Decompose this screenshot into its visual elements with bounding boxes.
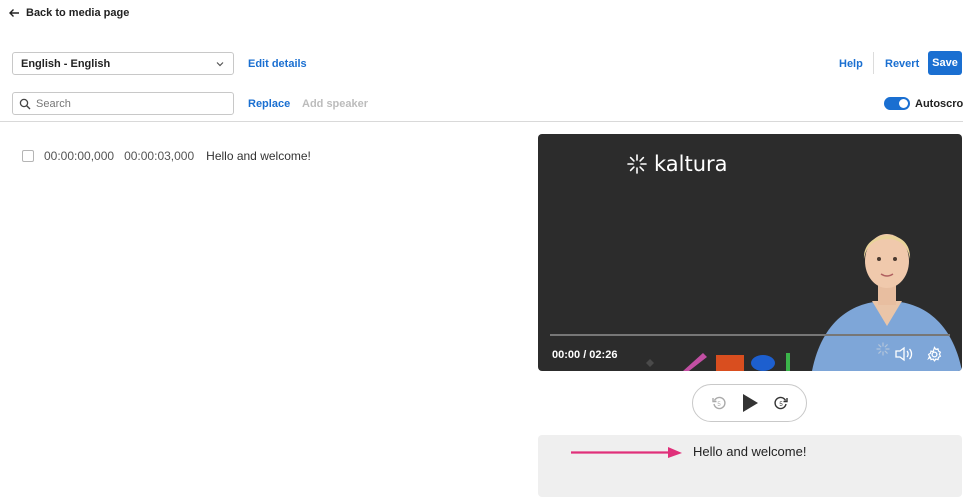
play-icon bbox=[742, 394, 758, 412]
autoscroll-control: Autoscroll bbox=[884, 97, 963, 110]
svg-text:5: 5 bbox=[717, 402, 721, 408]
video-player[interactable]: kaltura 00:00 / 02:26 bbox=[538, 134, 962, 371]
playback-controls: 5 5 bbox=[692, 384, 807, 422]
autoscroll-label: Autoscroll bbox=[915, 97, 963, 110]
rewind-5-icon: 5 bbox=[711, 396, 726, 410]
autoscroll-toggle[interactable] bbox=[884, 97, 910, 110]
kaltura-logo-text: kaltura bbox=[654, 152, 728, 176]
search-input[interactable] bbox=[36, 97, 216, 110]
caption-end-time[interactable]: 00:00:03,000 bbox=[124, 149, 194, 163]
back-link-label: Back to media page bbox=[26, 7, 130, 19]
arrow-left-icon bbox=[9, 9, 19, 17]
replace-link[interactable]: Replace bbox=[248, 98, 290, 110]
svg-text:5: 5 bbox=[779, 402, 783, 408]
decorative-shapes bbox=[646, 353, 790, 371]
volume-icon[interactable] bbox=[894, 346, 914, 362]
header-divider bbox=[0, 121, 963, 122]
caption-preview-text: Hello and welcome! bbox=[693, 444, 807, 459]
kaltura-logo-icon bbox=[627, 154, 647, 174]
time-readout: 00:00 / 02:26 bbox=[552, 349, 618, 361]
forward-5-icon: 5 bbox=[773, 396, 788, 410]
save-button[interactable]: Save bbox=[928, 51, 962, 75]
caption-checkbox[interactable] bbox=[22, 150, 34, 162]
play-button[interactable] bbox=[741, 393, 759, 413]
toggle-knob bbox=[899, 99, 908, 108]
rewind-5-button[interactable]: 5 bbox=[711, 395, 727, 411]
toolbar-divider bbox=[873, 52, 874, 74]
add-speaker-link: Add speaker bbox=[302, 98, 369, 110]
caption-text[interactable]: Hello and welcome! bbox=[206, 149, 311, 163]
caption-row: 00:00:00,000 00:00:03,000 Hello and welc… bbox=[22, 149, 311, 163]
forward-5-button[interactable]: 5 bbox=[773, 395, 789, 411]
language-select-value: English - English bbox=[21, 57, 111, 70]
search-icon bbox=[19, 98, 31, 109]
annotation-arrow bbox=[571, 447, 682, 458]
edit-details-link[interactable]: Edit details bbox=[248, 58, 307, 70]
kaltura-watermark-icon bbox=[876, 342, 890, 356]
help-link[interactable]: Help bbox=[839, 58, 863, 70]
settings-gear-icon[interactable] bbox=[926, 346, 943, 363]
revert-link[interactable]: Revert bbox=[885, 58, 919, 70]
caption-start-time[interactable]: 00:00:00,000 bbox=[44, 149, 114, 163]
language-select[interactable]: English - English bbox=[12, 52, 234, 75]
search-field[interactable] bbox=[12, 92, 234, 115]
kaltura-logo: kaltura bbox=[626, 152, 728, 176]
back-to-media-link[interactable]: Back to media page bbox=[8, 7, 129, 19]
chevron-down-icon bbox=[216, 61, 224, 66]
progress-bar[interactable] bbox=[550, 334, 950, 336]
